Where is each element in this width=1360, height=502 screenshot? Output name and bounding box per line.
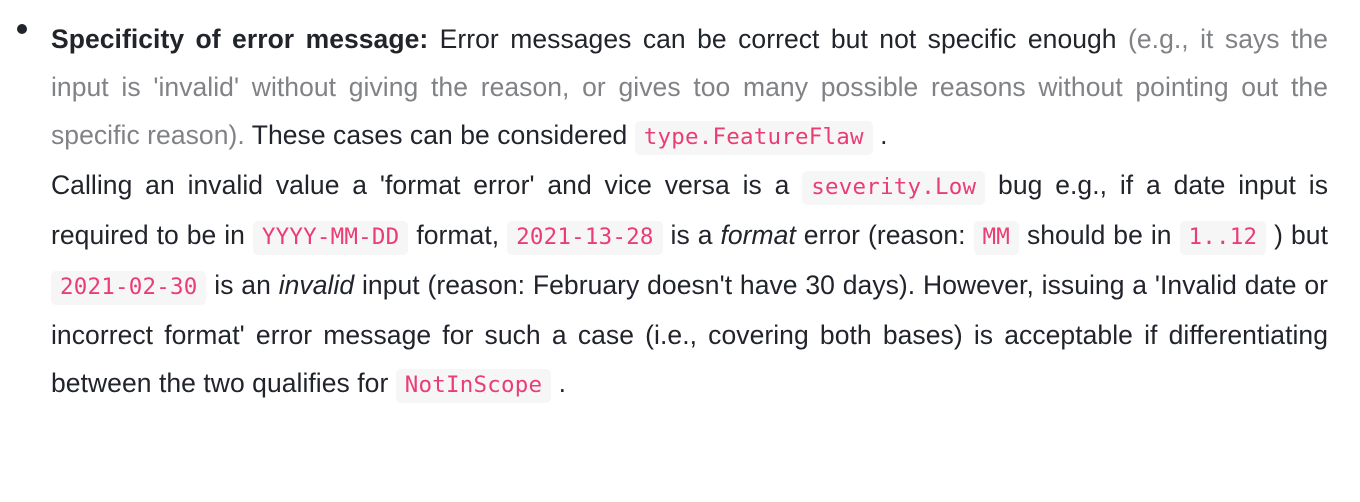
code-token-severity-low: severity.Low	[802, 171, 986, 205]
text-segment-normal-1: Error messages can be correct but not sp…	[439, 24, 1129, 54]
code-token-notinscope: NotInScope	[395, 369, 552, 403]
lead-bold-label: Specificity of error message	[51, 24, 420, 54]
paragraph-specificity: Specificity of error message: Error mess…	[51, 0, 1328, 161]
lead-colon: :	[419, 24, 440, 54]
text-segment-normal-3: .	[872, 120, 888, 150]
code-token-mm: MM	[973, 221, 1020, 255]
code-token-date-format: YYYY-MM-DD	[252, 221, 409, 255]
code-token-type-featureflaw: type.FeatureFlaw	[634, 121, 873, 155]
text-p2-3: format,	[408, 220, 508, 250]
text-p2-6: should be in	[1019, 220, 1180, 250]
bullet-dot-icon	[17, 24, 27, 34]
code-token-range-1-12: 1..12	[1179, 221, 1267, 255]
text-p2-5: error (reason:	[795, 220, 974, 250]
text-p2-10: .	[551, 368, 567, 398]
code-token-date-2021-02-30: 2021-02-30	[51, 271, 207, 305]
bullet-list: Specificity of error message: Error mess…	[0, 0, 1360, 409]
text-segment-normal-2: These cases can be considered	[244, 120, 635, 150]
paragraph-format-vs-invalid: Calling an invalid value a 'format error…	[51, 161, 1328, 409]
text-p2-7: ) but	[1266, 220, 1328, 250]
code-token-date-2021-13-28: 2021-13-28	[507, 221, 663, 255]
text-p2-8: is an	[206, 270, 279, 300]
italic-format: format	[720, 220, 796, 250]
document-body: Specificity of error message: Error mess…	[0, 0, 1360, 502]
text-p2-4: is a	[662, 220, 721, 250]
text-p2-1: Calling an invalid value a 'format error…	[51, 170, 803, 200]
italic-invalid: invalid	[278, 270, 355, 300]
list-item: Specificity of error message: Error mess…	[0, 0, 1360, 409]
